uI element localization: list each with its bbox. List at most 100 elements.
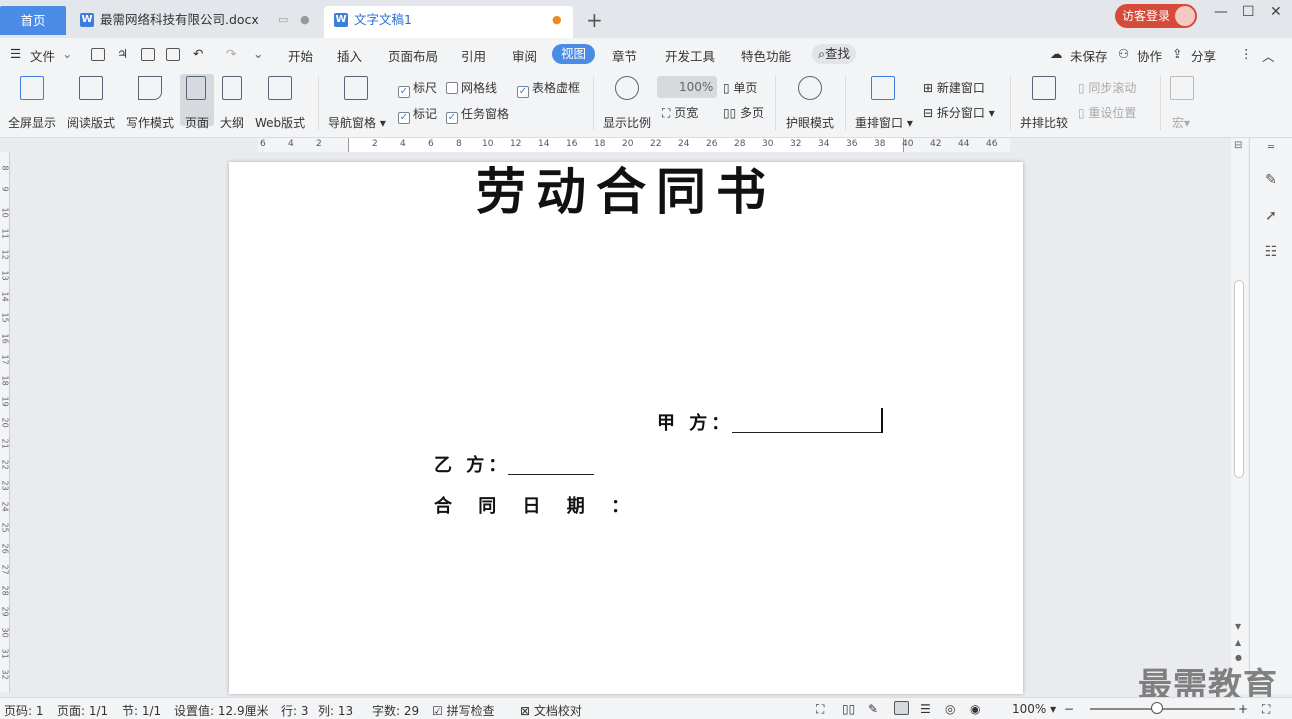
settings-sliders-icon[interactable]: ☷: [1263, 244, 1279, 260]
page-status-icon[interactable]: [894, 701, 909, 715]
outline-button[interactable]: 大纲: [220, 114, 244, 131]
status-row[interactable]: 行: 3: [281, 702, 309, 719]
fullscreen-button[interactable]: 全屏显示: [8, 114, 56, 131]
eye-icon[interactable]: [798, 76, 822, 100]
share-label[interactable]: 分享: [1191, 46, 1216, 65]
writing-mode-button[interactable]: 写作模式: [126, 114, 174, 131]
side-by-side-icon[interactable]: [1032, 76, 1056, 100]
mark-checkbox[interactable]: ✓ 标记: [398, 105, 437, 124]
print-preview-icon[interactable]: [166, 48, 180, 61]
save-icon[interactable]: [91, 48, 105, 61]
panel-menu-icon[interactable]: ═: [1263, 142, 1279, 158]
fit-window-icon[interactable]: ⛶: [1262, 702, 1270, 717]
party-a-underline[interactable]: [732, 414, 882, 433]
eye-mode-button[interactable]: 护眼模式: [786, 114, 834, 131]
collapse-ribbon-icon[interactable]: ︿: [1262, 46, 1275, 65]
new-window-button[interactable]: ⊞ 新建窗口: [923, 79, 985, 96]
menu-layout[interactable]: 页面布局: [388, 46, 438, 65]
search-button[interactable]: ⌕查找: [812, 44, 857, 64]
hamburger-icon[interactable]: ☰: [10, 46, 21, 61]
party-a-label[interactable]: 甲 方：: [657, 409, 733, 435]
proofread-button[interactable]: ⊠ 文档校对: [520, 702, 582, 719]
outline-status-icon[interactable]: ☰: [920, 702, 931, 716]
reading-status-icon[interactable]: ▯▯: [842, 702, 855, 716]
status-section[interactable]: 节: 1/1: [122, 702, 161, 719]
writing-mode-icon[interactable]: [138, 76, 162, 100]
menu-file[interactable]: 文件: [30, 46, 55, 65]
minimize-icon[interactable]: —: [1214, 4, 1228, 20]
menu-start[interactable]: 开始: [288, 46, 313, 65]
eye-status-icon[interactable]: ◉: [970, 702, 980, 716]
horizontal-ruler[interactable]: 6 4 2 2 4 6 8 10 12 14 16 18 20 22 24 26…: [258, 138, 1010, 152]
more-icon[interactable]: ⋮: [1240, 46, 1253, 61]
quick-access-dropdown-icon[interactable]: ⌄: [253, 46, 263, 61]
status-setting[interactable]: 设置值: 12.9厘米: [174, 702, 269, 719]
status-col[interactable]: 列: 13: [318, 702, 353, 719]
fullscreen-status-icon[interactable]: ⛶: [816, 702, 824, 717]
menu-review[interactable]: 审阅: [512, 46, 537, 65]
status-page[interactable]: 页面: 1/1: [57, 702, 108, 719]
close-dot-icon[interactable]: ●: [300, 6, 310, 34]
macro-icon[interactable]: [1170, 76, 1194, 100]
party-b-label[interactable]: 乙 方：: [434, 451, 510, 477]
rearrange-window-icon[interactable]: [871, 76, 895, 100]
ruler-checkbox[interactable]: ✓ 标尺: [398, 79, 437, 98]
unsaved-label[interactable]: 未保存: [1070, 46, 1108, 65]
scroll-down-icon[interactable]: ▼: [1235, 622, 1241, 631]
macro-button[interactable]: 宏▾: [1172, 114, 1190, 131]
document-page[interactable]: 劳动合同书 甲 方： 乙 方： 合 同 日 期 ：: [229, 162, 1023, 694]
task-pane-checkbox[interactable]: ✓ 任务窗格: [446, 105, 509, 124]
menu-special[interactable]: 特色功能: [741, 46, 791, 65]
nav-pane-button[interactable]: 导航窗格 ▾: [328, 114, 386, 131]
share-icon[interactable]: ⇪: [1172, 46, 1182, 61]
collab-label[interactable]: 协作: [1137, 46, 1162, 65]
page-width-button[interactable]: ⛶ 页宽: [662, 104, 698, 121]
page-view-button[interactable]: 页面: [185, 114, 209, 131]
outline-icon[interactable]: [222, 76, 242, 100]
status-word-count[interactable]: 字数: 29: [372, 702, 419, 719]
status-page-code[interactable]: 页码: 1: [4, 702, 44, 719]
cloud-icon[interactable]: ☁: [1050, 46, 1063, 61]
reset-position-button[interactable]: ▯ 重设位置: [1078, 104, 1136, 121]
side-by-side-button[interactable]: 并排比较: [1020, 114, 1068, 131]
table-border-checkbox[interactable]: ✓ 表格虚框: [517, 79, 580, 98]
zoom-100-button[interactable]: 100%: [657, 76, 717, 98]
zoom-button[interactable]: 显示比例: [603, 114, 651, 131]
zoom-level[interactable]: 100% ▾: [1012, 702, 1056, 716]
document-title[interactable]: 劳动合同书: [229, 162, 1023, 222]
reading-mode-button[interactable]: 阅读版式: [67, 114, 115, 131]
scrollbar-thumb[interactable]: [1234, 280, 1244, 478]
undo-icon[interactable]: ↶: [193, 46, 203, 61]
web-status-icon[interactable]: ◎: [945, 702, 955, 716]
tab-doc-company[interactable]: W 最需网络科技有限公司.docx ▭ ●: [70, 6, 320, 38]
nav-pane-icon[interactable]: [344, 76, 368, 100]
close-icon[interactable]: ✕: [1270, 4, 1282, 20]
reading-mode-icon[interactable]: [79, 76, 103, 100]
menu-insert[interactable]: 插入: [337, 46, 362, 65]
page-view-icon[interactable]: [186, 76, 206, 100]
menu-view[interactable]: 视图: [552, 44, 596, 64]
zoom-out-icon[interactable]: −: [1064, 702, 1074, 716]
menu-dev-tools[interactable]: 开发工具: [665, 46, 715, 65]
monitor-icon[interactable]: ▭: [278, 6, 288, 34]
menu-chapter[interactable]: 章节: [612, 46, 637, 65]
tab-home[interactable]: 首页: [0, 6, 66, 35]
chevron-down-icon[interactable]: ⌄: [62, 46, 72, 61]
visitor-login-button[interactable]: 访客登录: [1115, 4, 1197, 28]
unsaved-dot-icon[interactable]: ●: [552, 6, 562, 34]
writing-status-icon[interactable]: ✎: [868, 702, 878, 716]
prev-page-icon[interactable]: ▲: [1235, 638, 1241, 647]
redo-icon[interactable]: ↷: [226, 46, 236, 61]
contract-date-label[interactable]: 合 同 日 期 ：: [434, 492, 639, 518]
menu-reference[interactable]: 引用: [461, 46, 486, 65]
multi-page-button[interactable]: ▯▯ 多页: [723, 104, 764, 121]
new-tab-plus-icon[interactable]: +: [586, 8, 603, 32]
vertical-scrollbar[interactable]: ⊟ ▼ ▲ ●: [1231, 138, 1248, 694]
zoom-icon[interactable]: [615, 76, 639, 100]
sync-scroll-button[interactable]: ▯ 同步滚动: [1078, 79, 1136, 96]
party-b-underline[interactable]: [508, 456, 594, 475]
zoom-in-icon[interactable]: +: [1238, 702, 1248, 716]
ruler-toggle-icon[interactable]: ⊟: [1234, 140, 1242, 151]
single-page-button[interactable]: ▯ 单页: [723, 79, 757, 96]
rearrange-window-button[interactable]: 重排窗口 ▾: [855, 114, 913, 131]
